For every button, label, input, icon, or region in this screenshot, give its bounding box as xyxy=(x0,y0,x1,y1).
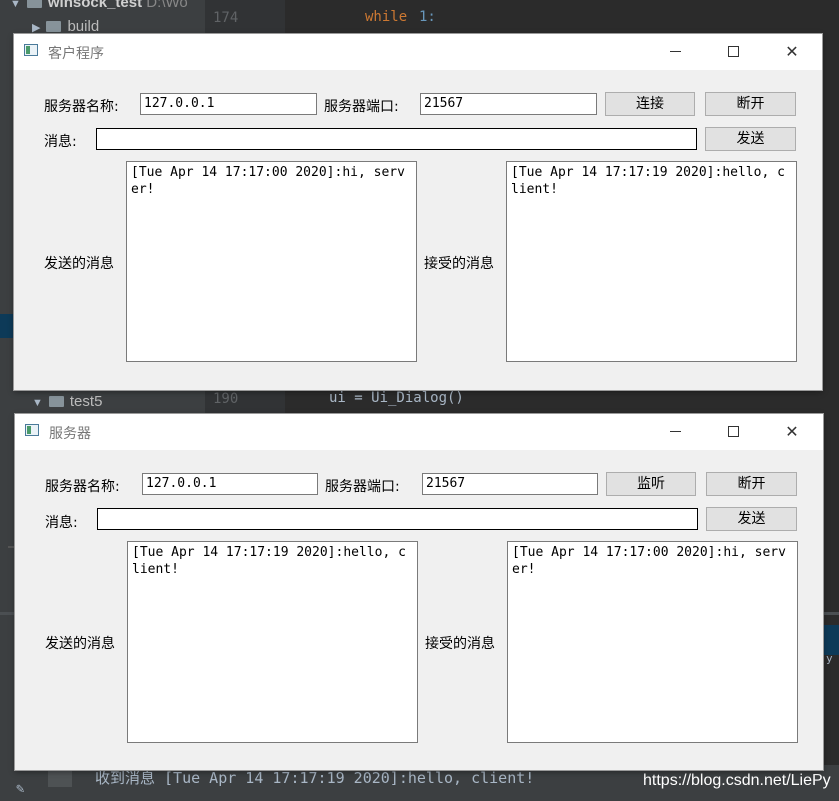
chevron-right-icon: ▶ xyxy=(32,22,41,34)
window-title: 服务器 xyxy=(49,426,91,442)
tree-item-build[interactable]: ▶ build xyxy=(32,18,99,35)
project-root[interactable]: ▼ winsock_test D:\Wo xyxy=(10,0,188,11)
tree-marker xyxy=(8,546,14,548)
disconnect-button[interactable]: 断开 xyxy=(705,92,796,116)
received-messages-label: 接受的消息 xyxy=(424,256,494,272)
server-port-input[interactable]: 21567 xyxy=(422,473,598,495)
maximize-button[interactable] xyxy=(711,34,757,70)
received-messages-box[interactable]: [Tue Apr 14 17:17:00 2020]:hi, server! xyxy=(507,541,798,743)
connect-button[interactable]: 连接 xyxy=(605,92,695,116)
app-icon xyxy=(24,44,38,56)
send-button[interactable]: 发送 xyxy=(705,127,796,151)
server-name-label: 服务器名称: xyxy=(44,99,119,115)
chevron-down-icon: ▼ xyxy=(10,0,21,10)
listen-button[interactable]: 监听 xyxy=(606,472,696,496)
received-messages-box[interactable]: [Tue Apr 14 17:17:19 2020]:hello, client… xyxy=(506,161,797,362)
minimize-button[interactable] xyxy=(653,34,699,70)
close-icon: ✕ xyxy=(785,422,799,441)
chevron-down-icon: ▼ xyxy=(32,397,43,409)
tree-item-test5[interactable]: ▼ test5 xyxy=(32,393,102,410)
code-number: 1: xyxy=(419,9,436,25)
app-icon xyxy=(25,424,39,436)
server-name-input[interactable]: 127.0.0.1 xyxy=(142,473,318,495)
server-port-label: 服务器端口: xyxy=(325,479,400,495)
sent-messages-label: 发送的消息 xyxy=(44,256,114,272)
client-window: 客户程序 ✕ 服务器名称: 127.0.0.1 服务器端口: 21567 连接 … xyxy=(14,34,822,390)
sent-messages-box[interactable]: [Tue Apr 14 17:17:19 2020]:hello, client… xyxy=(127,541,418,743)
minimize-button[interactable] xyxy=(653,414,699,450)
tree-item-label: build xyxy=(67,18,100,35)
project-name: winsock_test xyxy=(47,0,143,11)
server-port-input[interactable]: 21567 xyxy=(420,93,597,115)
server-titlebar[interactable]: 服务器 ✕ xyxy=(15,414,823,450)
close-button[interactable]: ✕ xyxy=(769,414,815,450)
message-input[interactable] xyxy=(97,508,698,530)
message-label: 消息: xyxy=(45,515,78,531)
close-button[interactable]: ✕ xyxy=(769,34,815,70)
folder-icon xyxy=(26,0,42,8)
tree-item-label: test5 xyxy=(69,393,103,410)
line-number: 174 xyxy=(213,10,239,26)
disconnect-button[interactable]: 断开 xyxy=(706,472,797,496)
client-titlebar[interactable]: 客户程序 ✕ xyxy=(14,34,822,70)
code-keyword: while xyxy=(365,9,408,25)
selection-marker xyxy=(822,625,839,655)
maximize-button[interactable] xyxy=(711,414,757,450)
tool-icon[interactable] xyxy=(48,769,72,787)
message-label: 消息: xyxy=(44,134,77,150)
pin-icon[interactable]: ✎ xyxy=(16,781,24,797)
server-window: 服务器 ✕ 服务器名称: 127.0.0.1 服务器端口: 21567 监听 断… xyxy=(15,414,823,770)
watermark: https://blog.csdn.net/LiePy xyxy=(643,772,831,789)
send-button[interactable]: 发送 xyxy=(706,507,797,531)
message-input[interactable] xyxy=(96,128,697,150)
code-fragment: y xyxy=(826,652,833,665)
server-port-label: 服务器端口: xyxy=(324,99,399,115)
line-number: 190 xyxy=(213,391,239,407)
close-icon: ✕ xyxy=(785,42,799,61)
sent-messages-label: 发送的消息 xyxy=(45,636,115,652)
run-output: 收到消息 [Tue Apr 14 17:17:19 2020]:hello, c… xyxy=(95,769,535,787)
folder-icon xyxy=(48,396,64,407)
project-path: D:\Wo xyxy=(146,0,188,11)
selection-marker xyxy=(0,314,14,338)
received-messages-label: 接受的消息 xyxy=(425,636,495,652)
server-name-label: 服务器名称: xyxy=(45,479,120,495)
sent-messages-box[interactable]: [Tue Apr 14 17:17:00 2020]:hi, server! xyxy=(126,161,417,362)
code-line: ui = Ui_Dialog() xyxy=(329,390,464,406)
window-title: 客户程序 xyxy=(48,46,104,62)
folder-icon xyxy=(46,21,62,32)
server-name-input[interactable]: 127.0.0.1 xyxy=(140,93,317,115)
